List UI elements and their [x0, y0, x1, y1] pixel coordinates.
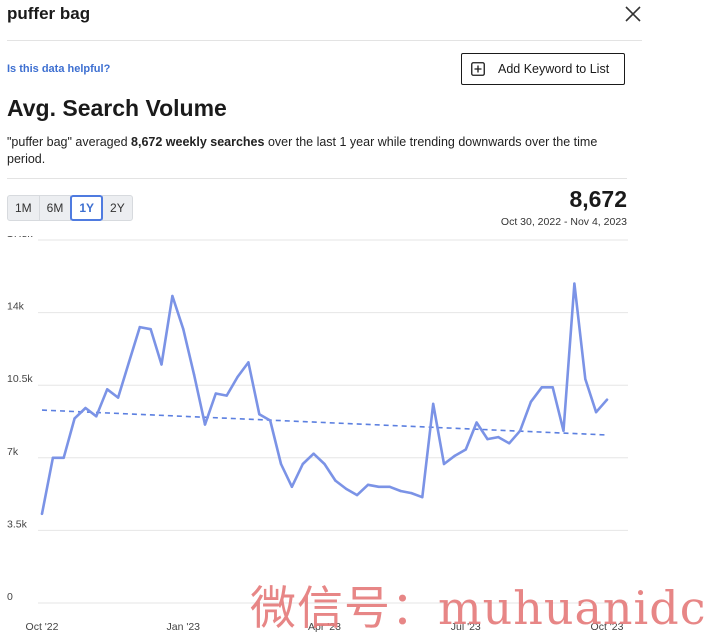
desc-bold: 8,672 weekly searches [131, 135, 265, 149]
watermark-text: 微信号：muhuanidc [250, 581, 707, 635]
data-point [62, 456, 65, 459]
close-icon[interactable] [622, 3, 644, 25]
plus-square-icon [471, 62, 485, 76]
data-helpful-link[interactable]: Is this data helpful? [7, 63, 110, 75]
data-point [279, 462, 283, 466]
data-point [475, 421, 478, 424]
data-point [105, 388, 109, 391]
desc-prefix: "puffer bag" averaged [7, 135, 132, 149]
data-point [377, 485, 381, 489]
tab-2y[interactable]: 2Y [102, 195, 133, 221]
data-point [605, 398, 609, 401]
data-point [355, 493, 359, 497]
add-keyword-button[interactable]: Add Keyword to List [461, 53, 625, 85]
y-tick-label: 10.5k [7, 373, 33, 385]
x-tick-label: Jan '23 [166, 621, 200, 633]
data-point [312, 452, 315, 455]
data-point [529, 400, 533, 403]
data-point [453, 454, 457, 457]
data-point [388, 485, 391, 489]
tab-1m[interactable]: 1M [7, 195, 40, 221]
tab-1y[interactable]: 1Y [70, 195, 104, 221]
data-point [334, 479, 337, 482]
data-point [584, 377, 587, 381]
data-point [562, 429, 565, 433]
date-range: Oct 30, 2022 - Nov 4, 2023 [500, 216, 627, 228]
x-tick-label: Oct '22 [26, 621, 59, 633]
add-keyword-label: Add Keyword to List [498, 62, 610, 76]
keyword-title: puffer bag [7, 4, 91, 23]
data-point [192, 373, 196, 377]
series-line [40, 282, 609, 516]
average-value: 8,672 [569, 186, 627, 212]
data-point [160, 363, 163, 366]
data-point [323, 462, 326, 466]
data-point [73, 417, 76, 420]
data-point [149, 327, 152, 331]
data-point [366, 483, 370, 486]
header-divider [7, 40, 642, 41]
data-point [399, 489, 402, 493]
data-point [410, 491, 413, 495]
data-point [464, 448, 467, 451]
data-point [573, 282, 576, 285]
data-point [540, 386, 544, 389]
data-point [486, 437, 489, 441]
y-tick-label: 3.5k [7, 518, 28, 530]
data-point [345, 487, 348, 491]
y-tick-label: 14k [7, 301, 25, 313]
data-point [518, 429, 522, 433]
data-point [508, 442, 511, 445]
data-point [138, 325, 141, 329]
summary-description: "puffer bag" averaged 8,672 weekly searc… [7, 134, 632, 168]
data-point [421, 496, 424, 499]
data-point [268, 419, 272, 422]
tab-6m[interactable]: 6M [38, 195, 72, 221]
data-point [236, 375, 239, 379]
data-point [203, 423, 207, 426]
data-point [551, 386, 554, 389]
data-point [247, 361, 250, 364]
data-point [258, 413, 261, 416]
data-point [182, 327, 185, 331]
range-tabs: 1M 6M 1Y 2Y [7, 195, 133, 221]
data-point [116, 396, 120, 399]
data-point [594, 410, 598, 414]
data-point [40, 512, 44, 516]
section-title: Avg. Search Volume [7, 95, 227, 121]
data-point [95, 415, 98, 418]
section-divider [7, 178, 627, 179]
data-point [171, 294, 174, 298]
data-point [497, 435, 500, 439]
data-point [127, 361, 131, 364]
y-tick-label: 17.5k [7, 236, 33, 240]
data-point [290, 485, 294, 489]
data-point [214, 392, 218, 395]
data-point [442, 462, 446, 466]
data-point [301, 462, 304, 466]
data-point [225, 394, 228, 397]
data-point [431, 402, 435, 406]
y-tick-label: 0 [7, 591, 13, 603]
y-tick-label: 7k [7, 446, 19, 458]
data-point [84, 406, 87, 410]
data-point [51, 456, 55, 459]
